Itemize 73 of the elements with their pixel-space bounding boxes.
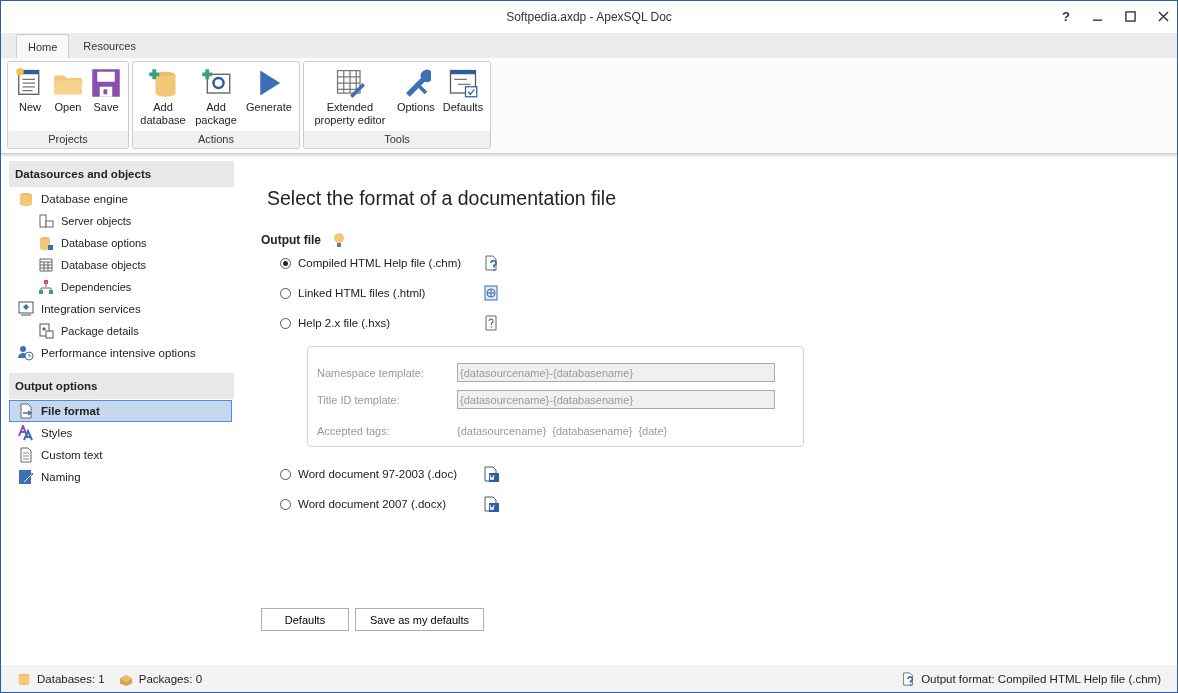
format-radio[interactable]: Linked HTML files (.html) xyxy=(280,287,483,299)
document-arrow-icon xyxy=(18,403,34,419)
ribbon-button[interactable]: Open xyxy=(49,66,87,131)
hierarchy-icon xyxy=(38,279,54,295)
help-file-icon xyxy=(901,671,916,686)
ribbon-tab[interactable]: Resources xyxy=(71,34,148,58)
section-header: Output options xyxy=(9,373,234,399)
database-check-icon xyxy=(38,235,54,251)
table-icon xyxy=(38,257,54,273)
ribbon-tab[interactable]: Home xyxy=(16,34,70,58)
pencil-icon xyxy=(18,469,34,485)
sidebar-item[interactable]: Naming xyxy=(9,466,232,488)
field-label: Title ID template: xyxy=(317,393,401,406)
field-label: Namespace template: xyxy=(317,366,425,379)
sidebar-item[interactable]: Performance intensive options xyxy=(9,342,232,364)
format-radio[interactable]: Compiled HTML Help file (.chm) xyxy=(280,257,483,269)
help-button[interactable]: ? xyxy=(1062,9,1070,24)
help-file-icon xyxy=(483,255,499,271)
group-label: Actions xyxy=(133,131,299,148)
sidebar-item[interactable]: Package details xyxy=(9,320,232,342)
ribbon-button[interactable]: Add package xyxy=(190,66,242,131)
ribbon-button[interactable]: Extended property editor xyxy=(306,66,393,131)
package-icon xyxy=(38,323,54,339)
sidebar-item[interactable]: Integration services xyxy=(9,298,232,320)
window-title: Softpedia.axdp - ApexSQL Doc xyxy=(506,10,672,24)
monitor-icon xyxy=(18,301,34,317)
word-document-icon xyxy=(483,496,499,512)
group-label: Projects xyxy=(8,131,128,148)
footer-button[interactable]: Save as my defaults xyxy=(355,608,485,631)
cylinder-icon xyxy=(18,191,34,207)
sidebar-item[interactable]: File format xyxy=(9,400,232,422)
status-text: Output format: Compiled HTML Help file (.chm) xyxy=(921,672,1161,685)
sidebar-item[interactable]: Styles xyxy=(9,422,232,444)
ribbon-button[interactable]: Options xyxy=(392,66,439,131)
section-header: Datasources and objects xyxy=(9,161,234,187)
grid-pencil-icon xyxy=(334,68,365,98)
sidebar-item[interactable]: Database options xyxy=(9,232,232,254)
ribbon-button[interactable]: Add database xyxy=(136,66,190,131)
format-radio[interactable]: Word document 2007 (.docx) xyxy=(280,498,483,510)
help-file-icon xyxy=(483,315,499,331)
ribbon-button[interactable]: New xyxy=(11,66,49,131)
lightbulb-icon[interactable] xyxy=(333,232,345,248)
ribbon-button[interactable]: Generate xyxy=(242,66,296,131)
person-clock-icon xyxy=(18,345,34,361)
sidebar-item[interactable]: Server objects xyxy=(9,210,232,232)
format-radio[interactable]: Help 2.x file (.hxs) xyxy=(280,317,483,329)
status-text: Packages: 0 xyxy=(138,672,203,685)
web-page-icon xyxy=(483,285,499,301)
status-text: Databases: 1 xyxy=(37,672,105,685)
group-label: Tools xyxy=(303,131,491,148)
ribbon-button[interactable]: Save xyxy=(87,66,125,131)
sidebar-item[interactable]: Custom text xyxy=(9,444,232,466)
font-icon xyxy=(18,425,34,441)
format-radio[interactable]: Word document 97-2003 (.doc) xyxy=(280,468,483,480)
maximize-icon[interactable] xyxy=(1125,11,1136,22)
tag-text: {date} xyxy=(638,424,668,437)
database-plus-icon xyxy=(148,68,178,98)
ribbon-button[interactable]: Defaults xyxy=(438,66,488,131)
page-icon xyxy=(18,447,34,463)
page-heading: Select the format of a documentation file xyxy=(267,187,618,210)
section-title: Output file xyxy=(261,233,321,247)
form-check-icon xyxy=(447,68,478,98)
list-icon xyxy=(38,213,54,229)
footer-button[interactable]: Defaults xyxy=(261,608,349,631)
sidebar-item[interactable]: Database engine xyxy=(9,188,232,210)
cylinder-icon xyxy=(17,671,31,686)
close-icon[interactable] xyxy=(1158,11,1169,22)
tag-text: {databasename} xyxy=(552,424,633,437)
field-label: Accepted tags: xyxy=(317,424,391,437)
word-document-icon xyxy=(483,466,499,482)
sidebar-item[interactable]: Database objects xyxy=(9,254,232,276)
sidebar-item[interactable]: Dependencies xyxy=(9,276,232,298)
tag-text: {datasourcename} xyxy=(457,424,547,437)
